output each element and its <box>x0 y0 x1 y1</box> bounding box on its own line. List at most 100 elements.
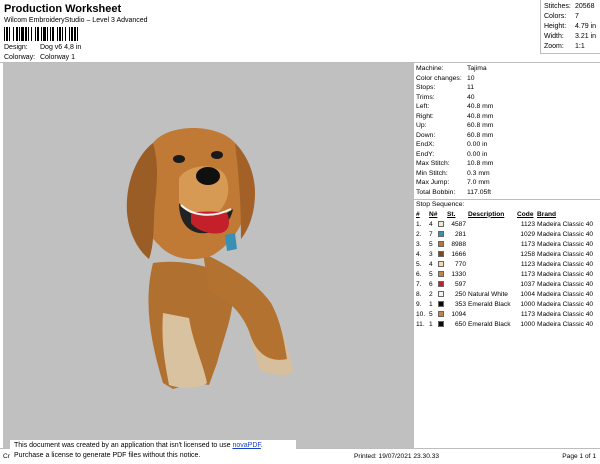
cell-needle: 5 <box>429 270 433 278</box>
cell-code: 1029 <box>520 230 535 238</box>
cell-index: 2. <box>416 230 422 238</box>
barcode-bar <box>69 27 70 41</box>
stat-row: Stitches: 20568 <box>544 2 600 12</box>
cell-needle: 4 <box>429 220 433 228</box>
barcode-bar <box>35 27 36 41</box>
cell-needle: 6 <box>429 280 433 288</box>
cell-swatch <box>438 299 447 309</box>
info-value: 10 <box>467 74 475 82</box>
info-label: Left: <box>416 103 430 110</box>
stop-sequence-header: # N# St. Description Code Brand <box>416 209 599 219</box>
col-needle: N# <box>429 210 438 218</box>
cell-brand: Madeira Classic 40 <box>537 270 594 278</box>
barcode-bar <box>4 27 5 41</box>
barcode-bar <box>16 27 18 41</box>
cell-brand: Madeira Classic 40 <box>537 290 594 298</box>
cell-stitches: 1330 <box>451 270 466 278</box>
colorway-row: Colorway: Colorway 1 <box>4 54 75 61</box>
info-label: Max Jump: <box>416 179 450 186</box>
table-row: 4. 3 1666 1258 Madeira Classic 40 <box>416 249 599 259</box>
table-row: 11. 1 650 Emerald Black 1000 Madeira Classic … <box>416 319 599 329</box>
cell-description <box>468 269 517 279</box>
info-row: Max Stitch: 10.8 mm <box>416 159 600 169</box>
page-title: Production Worksheet <box>4 3 122 15</box>
cell-swatch <box>438 269 447 279</box>
color-swatch <box>438 310 444 317</box>
info-row: Right: 40.8 mm <box>416 112 600 122</box>
info-label: EndY: <box>416 150 435 158</box>
colorway-value: Colorway 1 <box>40 54 76 61</box>
cell-index: 8. <box>416 290 422 298</box>
cell-stitches: 1094 <box>451 310 466 318</box>
info-row: Machine: Tajima <box>416 64 600 74</box>
barcode-bar <box>6 27 8 41</box>
info-label: Stops: <box>416 84 436 91</box>
info-label: Down: <box>416 131 436 139</box>
barcode-bar <box>31 27 32 41</box>
page-number: Page 1 of 1 <box>562 453 596 460</box>
cell-code: 1123 <box>520 220 535 228</box>
info-value: 40 <box>467 93 475 101</box>
design-row: Design: Dog v6 4,8 in <box>4 44 81 51</box>
barcode-bar <box>19 27 20 41</box>
cell-index: 5. <box>416 260 422 268</box>
cell-stitches: 4587 <box>451 220 466 228</box>
info-row: Trims: 40 <box>416 93 600 103</box>
cell-description <box>468 259 517 269</box>
color-swatch <box>438 270 444 277</box>
stop-sequence-title: Stop Sequence: <box>414 199 600 209</box>
notice-period: . <box>260 442 263 449</box>
stat-row: Width: 3.21 in <box>544 32 600 42</box>
barcode-bar <box>21 27 24 41</box>
cell-brand: Madeira Classic 40 <box>537 220 594 228</box>
stat-label: Colors: <box>544 13 567 20</box>
novapdf-link[interactable]: novaPDF <box>232 442 260 449</box>
dog-nose <box>196 167 220 185</box>
color-swatch <box>438 220 444 227</box>
cell-index: 6. <box>416 270 422 278</box>
color-swatch <box>438 260 444 267</box>
info-label: Machine: <box>416 65 444 72</box>
dog-left-ear <box>126 143 157 259</box>
info-value: 0.00 in <box>467 150 488 158</box>
cell-code: 1173 <box>520 310 535 318</box>
stat-value: 1:1 <box>575 43 585 50</box>
info-row: Min Stitch: 0.3 mm <box>416 169 600 179</box>
cell-needle: 4 <box>429 260 433 268</box>
cell-index: 1. <box>416 220 422 228</box>
table-row: 5. 4 770 1123 Madeira Classic 40 <box>416 259 599 269</box>
cell-brand: Madeira Classic 40 <box>537 240 594 248</box>
info-label: Color changes: <box>416 74 462 82</box>
info-value: 7.0 mm <box>467 179 490 186</box>
cell-code: 1000 <box>520 320 535 328</box>
dog-collar-tag <box>225 233 237 251</box>
barcode-bar <box>25 27 27 41</box>
stat-value: 20568 <box>575 3 595 10</box>
cell-index: 9. <box>416 300 422 308</box>
barcode-bar <box>28 27 29 41</box>
table-row: 10. 5 1094 1173 Madeira Classic 40 <box>416 309 599 319</box>
cell-needle: 5 <box>429 310 433 318</box>
info-value: Tajima <box>467 65 487 72</box>
col-description: Description <box>468 210 505 218</box>
barcode-bar <box>59 27 61 41</box>
worksheet-header: Production Worksheet Wilcom EmbroiderySt… <box>0 0 600 62</box>
barcode-bar <box>37 27 39 41</box>
cell-stitches: 1666 <box>451 250 466 258</box>
production-info-panel: Machine: Tajima Color changes: 10 Stops: 11 Tr… <box>413 63 600 448</box>
notice-line-1: This document was created by an applicat… <box>14 441 292 451</box>
info-label: Right: <box>416 112 434 120</box>
info-value: 40.8 mm <box>467 112 494 120</box>
cell-index: 4. <box>416 250 422 258</box>
info-row: Max Jump: 7.0 mm <box>416 178 600 188</box>
stop-sequence-table: # N# St. Description Code Brand 1. 4 4587 1… <box>416 209 599 329</box>
cell-stitches: 770 <box>454 260 466 268</box>
barcode-icon <box>4 27 78 41</box>
cell-description <box>468 229 517 239</box>
stat-row: Colors: 7 <box>544 12 600 22</box>
cell-index: 11. <box>416 320 425 328</box>
barcode-bar <box>57 27 58 41</box>
cell-needle: 1 <box>429 300 433 308</box>
cell-brand: Madeira Classic 40 <box>537 250 594 258</box>
stat-label: Stitches: <box>544 3 571 10</box>
